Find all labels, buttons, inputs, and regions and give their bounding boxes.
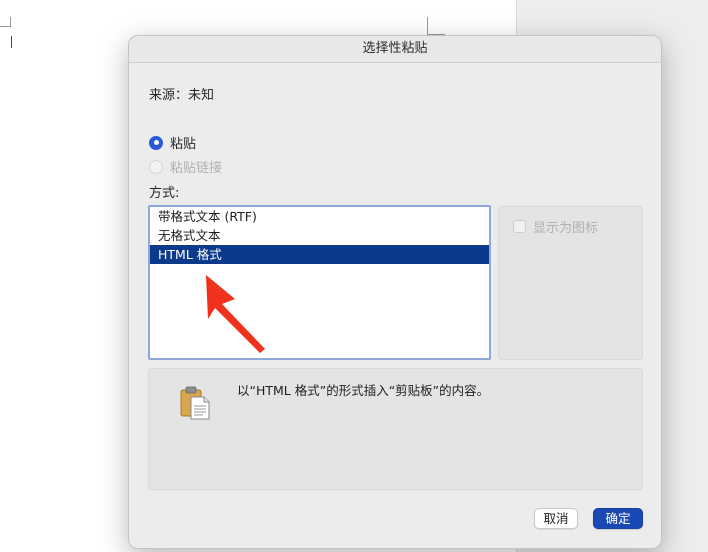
result-panel: 以“HTML 格式”的形式插入“剪贴板”的内容。 xyxy=(148,368,643,490)
dialog-title: 选择性粘贴 xyxy=(129,36,661,63)
paste-radio-option[interactable]: 粘贴 xyxy=(149,133,196,152)
crop-mark-left xyxy=(0,26,10,27)
format-item-plain-text[interactable]: 无格式文本 xyxy=(150,226,489,245)
crop-mark-left-vertical xyxy=(10,17,11,27)
paste-link-radio-option: 粘贴链接 xyxy=(149,157,222,176)
format-item-rtf[interactable]: 带格式文本 (RTF) xyxy=(150,207,489,226)
source-label: 来源：未知 xyxy=(149,88,215,103)
paste-link-radio-button xyxy=(149,159,163,174)
format-listbox[interactable]: 带格式文本 (RTF) 无格式文本 HTML 格式 xyxy=(148,205,491,360)
paste-radio-button[interactable] xyxy=(149,135,163,150)
paste-special-dialog: 选择性粘贴 来源：未知 粘贴 粘贴链接 方式: 带格式文本 (RTF) 无格式文… xyxy=(128,35,662,549)
display-as-icon-label: 显示为图标 xyxy=(533,221,599,236)
paste-link-radio-label: 粘贴链接 xyxy=(170,161,223,176)
text-cursor xyxy=(11,36,17,48)
display-as-icon-option: 显示为图标 xyxy=(513,217,598,236)
cancel-button[interactable]: 取消 xyxy=(534,508,578,529)
format-item-html[interactable]: HTML 格式 xyxy=(150,245,489,264)
crop-mark-right-vertical xyxy=(427,17,428,35)
method-label: 方式: xyxy=(149,186,180,201)
result-description: 以“HTML 格式”的形式插入“剪贴板”的内容。 xyxy=(237,383,490,398)
ok-button[interactable]: 确定 xyxy=(593,508,643,529)
clipboard-icon xyxy=(180,386,210,420)
display-as-icon-checkbox xyxy=(513,220,526,233)
paste-radio-label: 粘贴 xyxy=(170,137,197,152)
display-as-icon-panel: 显示为图标 xyxy=(498,206,643,360)
